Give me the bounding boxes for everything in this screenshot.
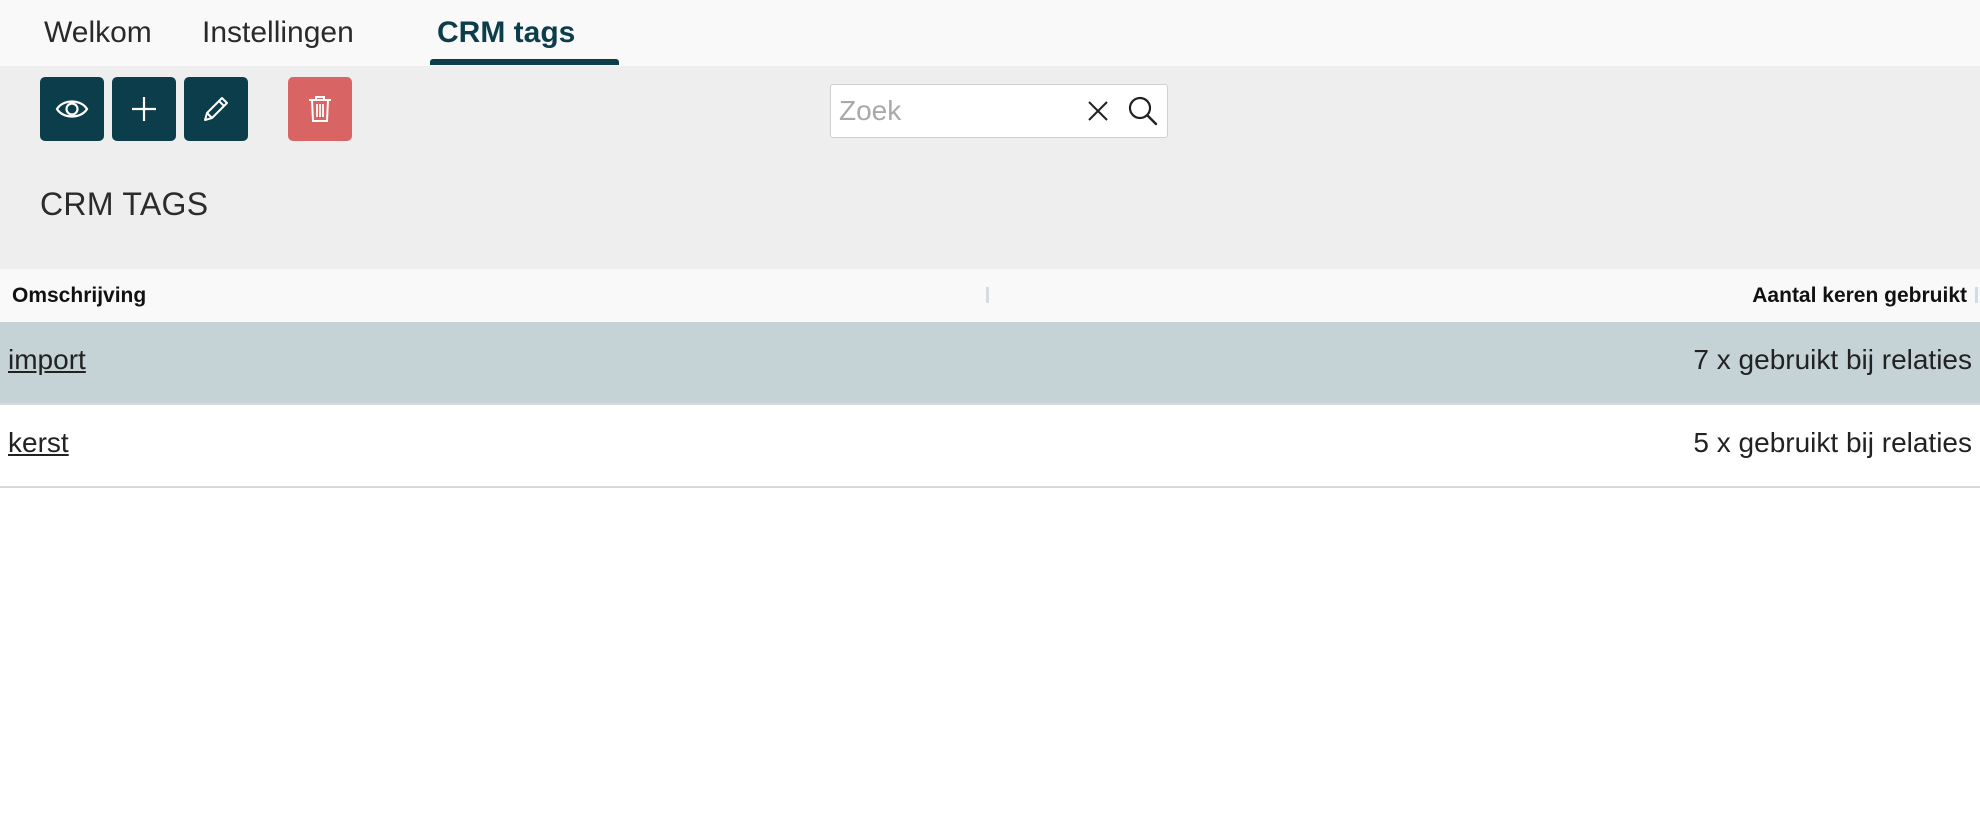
tag-usage-count: 7 x gebruikt bij relaties	[1693, 344, 1972, 375]
tag-usage-count: 5 x gebruikt bij relaties	[1693, 427, 1972, 458]
tag-name-link[interactable]: kerst	[8, 405, 69, 488]
column-header-omschrijving[interactable]: Omschrijving	[12, 269, 146, 322]
toolbar-area: CRM TAGS	[0, 66, 1980, 269]
column-header-aantal[interactable]: Aantal keren gebruikt	[1752, 269, 1967, 322]
close-icon[interactable]	[1083, 96, 1113, 126]
delete-button[interactable]	[288, 77, 352, 141]
search-icon[interactable]	[1127, 95, 1159, 127]
tag-name-link[interactable]: import	[8, 322, 86, 405]
eye-icon	[55, 100, 89, 118]
active-tab-indicator	[430, 59, 619, 65]
edit-button[interactable]	[184, 77, 248, 141]
search-box	[830, 84, 1168, 138]
view-button[interactable]	[40, 77, 104, 141]
tab-welkom[interactable]: Welkom	[44, 0, 152, 66]
page-title: CRM TAGS	[40, 186, 209, 222]
search-input[interactable]	[839, 91, 1079, 131]
add-button[interactable]	[112, 77, 176, 141]
table-header: Omschrijving Aantal keren gebruikt	[0, 269, 1980, 322]
plus-icon	[132, 97, 156, 121]
table-row[interactable]: import 7 x gebruikt bij relaties	[0, 322, 1980, 405]
column-resize-handle-right[interactable]	[1975, 287, 1978, 303]
table-row[interactable]: kerst 5 x gebruikt bij relaties	[0, 405, 1980, 488]
tab-bar: Welkom Instellingen CRM tags	[0, 0, 1980, 66]
trash-icon	[309, 96, 331, 122]
column-resize-handle[interactable]	[986, 287, 989, 303]
pencil-icon	[204, 97, 228, 121]
tab-crm-tags[interactable]: CRM tags	[437, 0, 575, 66]
tab-instellingen[interactable]: Instellingen	[202, 0, 354, 66]
